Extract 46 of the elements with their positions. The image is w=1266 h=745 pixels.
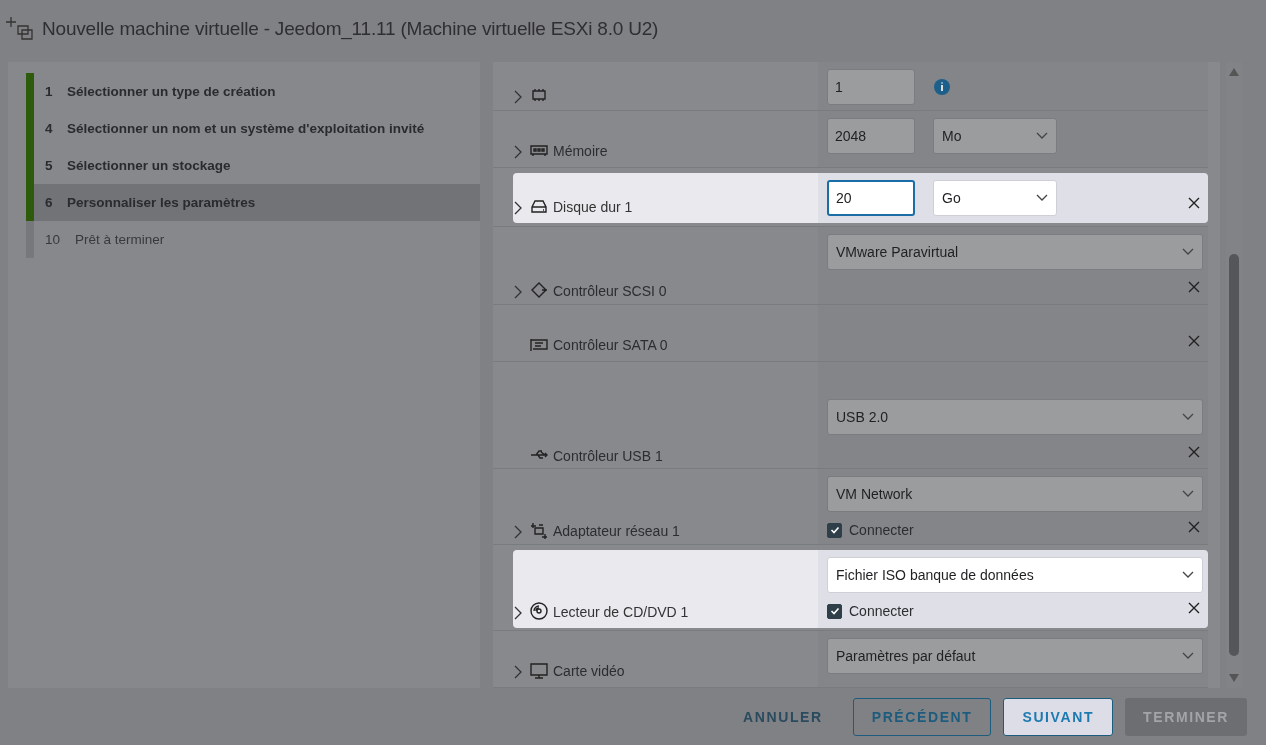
chevron-right-icon[interactable]	[513, 201, 523, 216]
connect-checkbox[interactable]: Connecter	[827, 601, 1208, 622]
info-icon[interactable]	[933, 78, 951, 96]
dropdown-select[interactable]: Mo	[933, 118, 1057, 155]
dropdown-select[interactable]: VM Network	[827, 476, 1203, 513]
device-label: Contrôleur USB 1	[553, 448, 663, 465]
dropdown-select[interactable]: USB 2.0	[827, 399, 1203, 436]
device-label: Contrôleur SCSI 0	[553, 283, 667, 299]
device-label: Lecteur de CD/DVD 1	[553, 604, 689, 621]
close-icon[interactable]	[1188, 197, 1200, 210]
window-title: Nouvelle machine virtuelle - Jeedom_11.11 (Machine virtuelle ESXi 8.0 U2)	[42, 18, 659, 40]
wizard-step[interactable]: 1 Sélectionner un type de création	[26, 73, 480, 110]
chevron-down-icon	[1182, 248, 1194, 256]
dropdown-select[interactable]: VMware Paravirtual	[827, 234, 1203, 270]
number-field[interactable]: 2048	[827, 118, 915, 155]
monitor-icon	[529, 661, 549, 679]
wizard-step[interactable]: 6 Personnaliser les paramètres	[26, 184, 480, 221]
device-label: Mémoire	[553, 143, 608, 160]
cpu-icon	[529, 86, 549, 104]
scsi-icon	[529, 281, 549, 299]
checkmark-icon	[829, 525, 840, 536]
number-field[interactable]: 20	[827, 180, 915, 217]
chevron-down-icon	[1182, 652, 1194, 660]
cd-icon	[529, 602, 549, 621]
connect-checkbox[interactable]: Connecter	[827, 520, 1208, 541]
device-label: Contrôleur SATA 0	[553, 337, 668, 354]
new-vm-icon	[6, 16, 34, 42]
chevron-right-icon[interactable]	[513, 606, 523, 621]
footer-button[interactable]: SUIVANT	[1003, 697, 1114, 736]
dropdown-select[interactable]: Go	[933, 180, 1057, 217]
device-label: Carte vidéo	[553, 663, 625, 679]
network-icon	[529, 521, 549, 540]
chevron-down-icon	[1182, 490, 1194, 499]
checkmark-icon	[829, 606, 840, 617]
chevron-down-icon	[1036, 132, 1048, 141]
number-field[interactable]: 1	[827, 69, 915, 105]
chevron-down-icon	[1182, 413, 1194, 422]
device-label: Adaptateur réseau 1	[553, 523, 680, 540]
close-icon[interactable]	[1188, 602, 1200, 615]
dropdown-select[interactable]: Fichier ISO banque de données	[827, 557, 1203, 594]
device-label: Disque dur 1	[553, 199, 633, 216]
chevron-down-icon	[1036, 194, 1048, 203]
wizard-step[interactable]: 10 Prêt à terminer	[26, 221, 480, 258]
chevron-down-icon	[1182, 571, 1194, 580]
dropdown-select[interactable]: Paramètres par défaut	[827, 638, 1203, 674]
wizard-step[interactable]: 4 Sélectionner un nom et un système d'exploitation invité	[26, 110, 480, 147]
